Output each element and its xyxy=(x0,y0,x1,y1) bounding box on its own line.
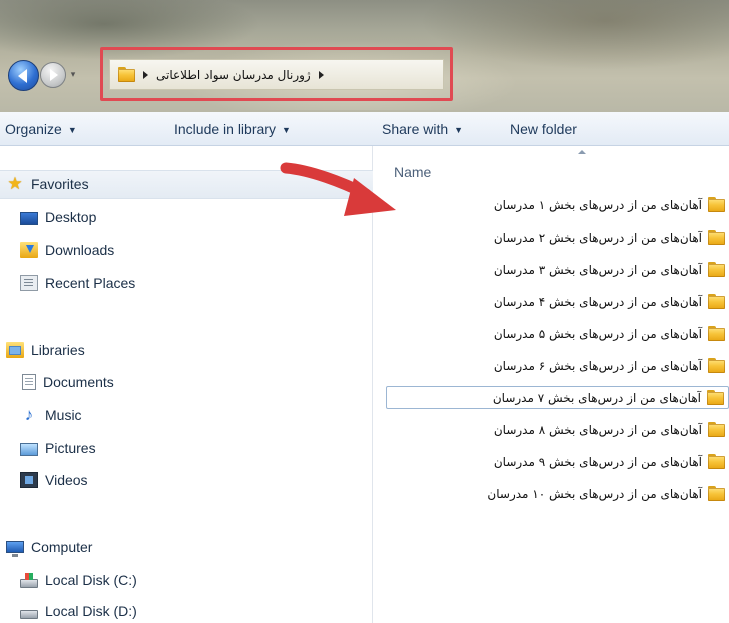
folder-icon xyxy=(708,294,725,309)
pictures-icon xyxy=(20,442,38,456)
folder-icon xyxy=(708,197,725,212)
chevron-down-icon: ▼ xyxy=(454,125,464,135)
folder-name: آهان‌های من از درس‌های بخش ۲ مدرسان xyxy=(493,230,702,245)
libraries-icon xyxy=(6,342,24,358)
folder-icon xyxy=(708,422,725,437)
chevron-down-icon: ▼ xyxy=(281,125,291,135)
breadcrumb-separator-icon[interactable] xyxy=(318,70,324,79)
music-note-icon: ♪ xyxy=(24,405,34,424)
new-folder-button[interactable]: New folder xyxy=(510,121,577,137)
folder-name: آهان‌های من از درس‌های بخش ۹ مدرسان xyxy=(493,454,702,469)
nav-item-label: Downloads xyxy=(45,242,115,258)
folder-icon xyxy=(708,230,725,245)
forward-button[interactable] xyxy=(40,62,66,88)
system-drive-icon xyxy=(20,572,38,588)
folder-name: آهان‌های من از درس‌های بخش ۷ مدرسان xyxy=(492,390,701,405)
sort-ascending-icon xyxy=(578,150,586,154)
include-in-library-label: Include in library xyxy=(174,121,276,137)
downloads-folder-icon xyxy=(20,242,38,258)
folder-icon xyxy=(707,390,724,405)
nav-item-local-disk-c[interactable]: Local Disk (C:) xyxy=(20,572,137,588)
desktop-icon xyxy=(20,211,38,225)
nav-item-favorites[interactable]: ★ Favorites xyxy=(6,174,89,193)
back-arrow-icon xyxy=(18,68,27,83)
back-button[interactable] xyxy=(8,60,39,91)
nav-item-label: Favorites xyxy=(31,176,89,192)
nav-item-label: Computer xyxy=(31,539,93,555)
folder-name: آهان‌های من از درس‌های بخش ۱۰ مدرسان xyxy=(487,486,702,501)
folder-name: آهان‌های من از درس‌های بخش ۵ مدرسان xyxy=(493,326,702,341)
list-item[interactable]: آهان‌های من از درس‌های بخش ۷ مدرسان xyxy=(386,386,729,409)
share-with-button[interactable]: Share with ▼ xyxy=(382,121,463,137)
nav-item-label: Local Disk (D:) xyxy=(45,603,137,619)
breadcrumb-separator-icon[interactable] xyxy=(143,70,148,79)
drive-icon xyxy=(20,609,38,619)
new-folder-label: New folder xyxy=(510,121,577,137)
nav-item-label: Videos xyxy=(45,472,88,488)
address-bar[interactable]: ژورنال مدرسان سواد اطلاعاتی xyxy=(109,59,444,90)
nav-item-desktop[interactable]: Desktop xyxy=(20,209,96,225)
nav-item-label: Music xyxy=(45,407,82,423)
nav-item-computer[interactable]: Computer xyxy=(6,539,93,557)
nav-item-local-disk-d[interactable]: Local Disk (D:) xyxy=(20,603,137,619)
videos-icon xyxy=(20,472,38,488)
title-bar: ▾ ژورنال مدرسان سواد اطلاعاتی xyxy=(0,0,729,112)
folder-name: آهان‌های من از درس‌های بخش ۸ مدرسان xyxy=(493,422,702,437)
nav-item-videos[interactable]: Videos xyxy=(20,472,88,488)
chevron-down-icon: ▼ xyxy=(67,125,77,135)
address-highlight-box: ژورنال مدرسان سواد اطلاعاتی xyxy=(100,47,453,101)
command-bar: Organize ▼ Include in library ▼ Share with… xyxy=(0,112,729,146)
list-item[interactable]: آهان‌های من از درس‌های بخش ۱۰ مدرسان xyxy=(386,482,729,505)
star-icon: ★ xyxy=(7,174,23,193)
nav-item-label: Local Disk (C:) xyxy=(45,572,137,588)
red-arrow-icon xyxy=(280,162,396,216)
list-item[interactable]: آهان‌های من از درس‌های بخش ۱ مدرسان xyxy=(386,193,729,216)
list-item[interactable]: آهان‌های من از درس‌های بخش ۵ مدرسان xyxy=(386,322,729,345)
list-item[interactable]: آهان‌های من از درس‌های بخش ۹ مدرسان xyxy=(386,450,729,473)
folder-icon xyxy=(708,486,725,501)
documents-icon xyxy=(22,374,36,390)
file-list-pane: Name آهان‌های من از درس‌های بخش ۱ مدرسان… xyxy=(373,146,729,623)
organize-button[interactable]: Organize ▼ xyxy=(5,121,77,137)
nav-item-downloads[interactable]: Downloads xyxy=(20,242,114,258)
list-item[interactable]: آهان‌های من از درس‌های بخش ۲ مدرسان xyxy=(386,226,729,249)
folder-name: آهان‌های من از درس‌های بخش ۴ مدرسان xyxy=(493,294,702,309)
list-item[interactable]: آهان‌های من از درس‌های بخش ۳ مدرسان xyxy=(386,258,729,281)
nav-item-label: Pictures xyxy=(45,440,96,456)
nav-item-label: Libraries xyxy=(31,342,85,358)
forward-arrow-icon xyxy=(50,69,58,81)
recent-places-icon xyxy=(20,275,38,291)
list-item[interactable]: آهان‌های من از درس‌های بخش ۶ مدرسان xyxy=(386,354,729,377)
folder-name: آهان‌های من از درس‌های بخش ۱ مدرسان xyxy=(493,197,702,212)
share-with-label: Share with xyxy=(382,121,449,137)
folder-icon xyxy=(118,67,135,82)
nav-item-label: Recent Places xyxy=(45,275,136,291)
folder-name: آهان‌های من از درس‌های بخش ۳ مدرسان xyxy=(493,262,702,277)
nav-item-label: Documents xyxy=(43,374,114,390)
nav-item-pictures[interactable]: Pictures xyxy=(20,440,96,456)
nav-item-libraries[interactable]: Libraries xyxy=(6,342,85,358)
organize-label: Organize xyxy=(5,121,62,137)
list-item[interactable]: آهان‌های من از درس‌های بخش ۴ مدرسان xyxy=(386,290,729,313)
nav-item-documents[interactable]: Documents xyxy=(20,374,114,390)
folder-icon xyxy=(708,262,725,277)
nav-item-label: Desktop xyxy=(45,209,97,225)
recent-pages-dropdown-icon[interactable]: ▾ xyxy=(68,69,78,81)
nav-item-music[interactable]: ♪ Music xyxy=(20,405,82,424)
folder-icon xyxy=(708,454,725,469)
include-in-library-button[interactable]: Include in library ▼ xyxy=(174,121,291,137)
computer-icon xyxy=(6,541,24,557)
list-item[interactable]: آهان‌های من از درس‌های بخش ۸ مدرسان xyxy=(386,418,729,441)
folder-icon xyxy=(708,326,725,341)
folder-name: آهان‌های من از درس‌های بخش ۶ مدرسان xyxy=(493,358,702,373)
folder-icon xyxy=(708,358,725,373)
breadcrumb-path[interactable]: ژورنال مدرسان سواد اطلاعاتی xyxy=(156,68,311,82)
nav-item-recent-places[interactable]: Recent Places xyxy=(20,275,135,291)
